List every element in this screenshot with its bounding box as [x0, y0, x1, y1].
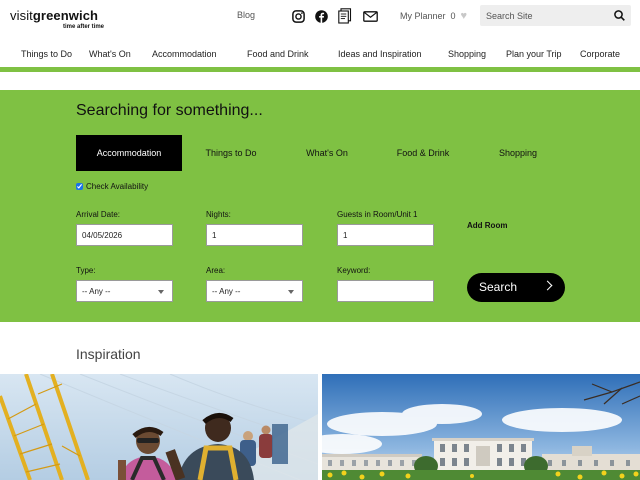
nav-accent-bar	[0, 67, 640, 72]
logo-wordmark: visitgreenwich	[10, 9, 98, 23]
nav-item-shopping[interactable]: Shopping	[448, 49, 486, 59]
search-button-label: Search	[479, 280, 518, 294]
tab-food-and-drink[interactable]: Food & Drink	[384, 135, 462, 171]
o2-climb-photo	[0, 374, 318, 480]
logo-prefix: visit	[10, 8, 33, 23]
site-search	[480, 5, 631, 26]
check-availability: Check Availability	[76, 182, 148, 191]
site-search-input[interactable]	[480, 5, 608, 26]
blog-link[interactable]: Blog	[237, 10, 255, 20]
inspiration-card-o2-climb[interactable]	[0, 374, 318, 480]
logo-name: greenwich	[32, 8, 99, 23]
search-icon[interactable]	[612, 8, 627, 23]
keyword-field[interactable]	[337, 280, 434, 302]
nav-item-ideas-and-inspiration[interactable]: Ideas and Inspiration	[338, 49, 422, 59]
main-nav: Things to Do What's On Accommodation Foo…	[0, 49, 640, 63]
logo-tagline: time after time	[63, 24, 105, 30]
type-select-value: -- Any --	[82, 286, 111, 296]
chevron-down-icon	[158, 290, 164, 294]
my-planner-link[interactable]: My Planner 0 ♥	[400, 9, 468, 22]
tab-things-to-do[interactable]: Things to Do	[192, 135, 270, 171]
type-select[interactable]: -- Any --	[76, 280, 173, 302]
nav-item-food-and-drink[interactable]: Food and Drink	[247, 49, 309, 59]
facebook-icon[interactable]	[313, 8, 329, 24]
nav-item-plan-your-trip[interactable]: Plan your Trip	[506, 49, 562, 59]
arrival-date-field[interactable]: 04/05/2026	[76, 224, 173, 246]
search-button[interactable]: Search	[467, 273, 565, 302]
brochure-icon[interactable]	[337, 8, 353, 24]
queens-house-photo	[322, 374, 640, 480]
type-label: Type:	[76, 266, 96, 275]
mail-icon[interactable]	[362, 8, 378, 24]
planner-label: My Planner	[400, 11, 446, 21]
search-panel-title: Searching for something...	[76, 102, 263, 119]
guests-label: Guests in Room/Unit 1	[337, 210, 418, 219]
inspiration-heading: Inspiration	[76, 346, 141, 362]
area-label: Area:	[206, 266, 226, 275]
site-logo[interactable]: visitgreenwich time after time	[10, 9, 104, 31]
instagram-icon[interactable]	[290, 8, 306, 24]
keyword-label: Keyword:	[337, 266, 371, 275]
inspiration-card-queens-house[interactable]	[322, 374, 640, 480]
heart-icon: ♥	[460, 9, 468, 22]
area-select[interactable]: -- Any --	[206, 280, 303, 302]
check-availability-label: Check Availability	[86, 182, 149, 191]
add-room-link[interactable]: Add Room	[467, 221, 507, 230]
chevron-right-icon	[542, 280, 553, 291]
check-availability-checkbox[interactable]	[76, 183, 83, 190]
guests-field[interactable]: 1	[337, 224, 434, 246]
nights-label: Nights:	[206, 210, 231, 219]
nav-item-whats-on[interactable]: What's On	[89, 49, 131, 59]
nav-item-things-to-do[interactable]: Things to Do	[21, 49, 72, 59]
arrival-date-label: Arrival Date:	[76, 210, 121, 219]
tab-whats-on[interactable]: What's On	[290, 135, 364, 171]
nights-field[interactable]: 1	[206, 224, 303, 246]
chevron-down-icon	[288, 290, 294, 294]
area-select-value: -- Any --	[212, 286, 241, 296]
tab-accommodation[interactable]: Accommodation	[76, 135, 182, 171]
tab-shopping[interactable]: Shopping	[482, 135, 554, 171]
nav-item-corporate[interactable]: Corporate	[580, 49, 620, 59]
planner-count: 0	[450, 11, 456, 21]
nav-item-accommodation[interactable]: Accommodation	[152, 49, 217, 59]
